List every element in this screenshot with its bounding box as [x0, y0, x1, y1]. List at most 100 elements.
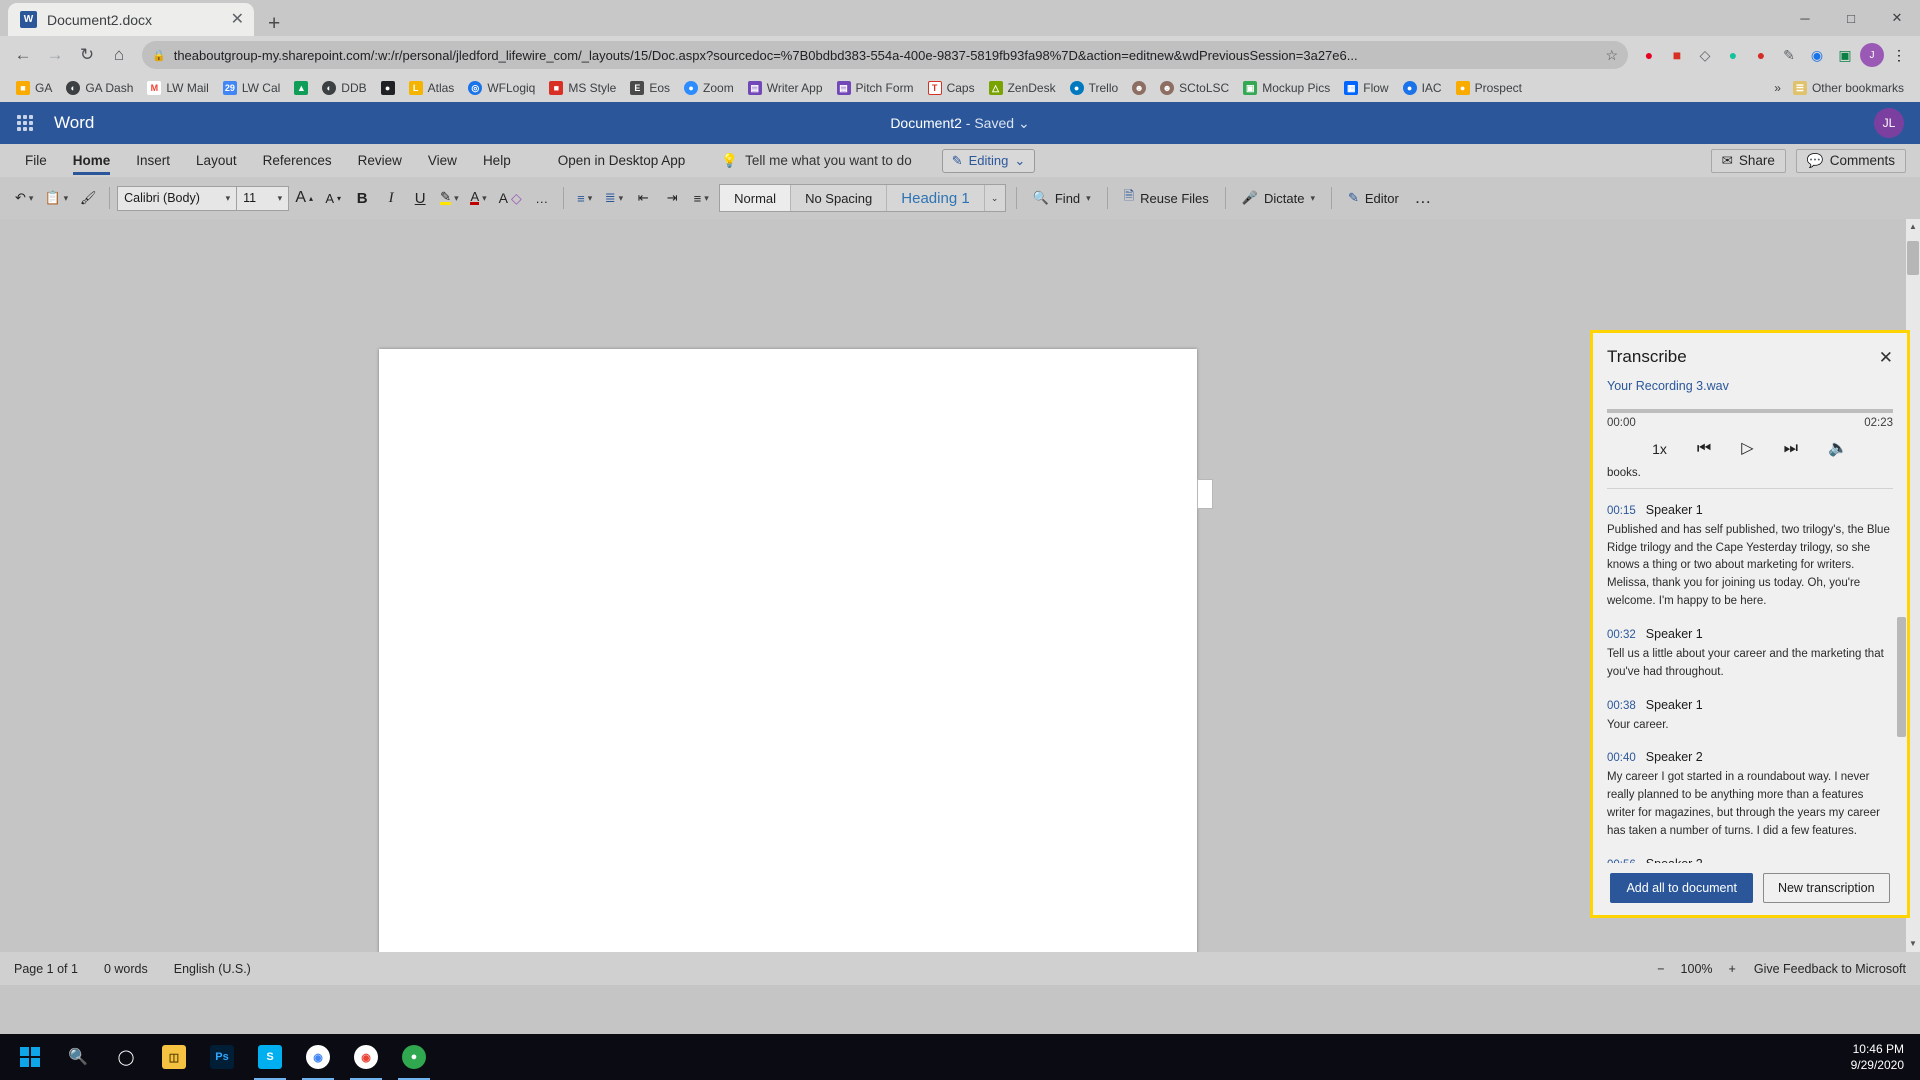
undo-icon[interactable]: ↶ ▾ [10, 183, 38, 213]
format-painter-icon[interactable]: 🖌 [74, 183, 102, 213]
windows-start-icon[interactable] [6, 1034, 54, 1080]
transcript-timestamp[interactable]: 00:40 [1607, 752, 1636, 764]
minimize-button[interactable]: ─ [1782, 0, 1828, 36]
app-launcher-icon[interactable] [14, 112, 36, 134]
transcript-speaker[interactable]: Speaker 1 [1646, 698, 1703, 712]
taskbar-photoshop[interactable]: Ps [198, 1034, 246, 1080]
increase-indent-icon[interactable]: ⇥ [658, 183, 686, 213]
bookmark-item[interactable]: ▤ Writer App [742, 79, 829, 97]
transcript-speaker[interactable]: Speaker 1 [1646, 503, 1703, 517]
bookmark-item[interactable]: T Caps [922, 79, 981, 97]
decrease-indent-icon[interactable]: ⇤ [629, 183, 657, 213]
bookmark-item[interactable]: ☻ [1126, 79, 1152, 97]
word-count[interactable]: 0 words [104, 962, 148, 976]
transcript-speaker[interactable]: Speaker 2 [1646, 750, 1703, 764]
bookmark-item[interactable]: ▣ Mockup Pics [1237, 79, 1336, 97]
transcript-scrollbar-thumb[interactable] [1897, 616, 1906, 737]
bookmark-item[interactable]: E Eos [624, 79, 676, 97]
font-color-button[interactable]: A ▾ [465, 183, 493, 213]
open-in-desktop-app-button[interactable]: Open in Desktop App [548, 147, 696, 174]
scroll-down-icon[interactable]: ▼ [1908, 938, 1918, 950]
transcript-entry[interactable]: 00:56 Speaker 2 But then landed a ghostw… [1607, 843, 1893, 863]
document-title[interactable]: Document2 [890, 115, 962, 131]
bookmark-item[interactable]: ☻ SCtoLSC [1154, 79, 1235, 97]
document-page[interactable] [379, 349, 1197, 952]
taskbar-chrome-app[interactable]: ◉ [294, 1034, 342, 1080]
address-bar[interactable]: 🔒 theaboutgroup-my.sharepoint.com/:w:/r/… [142, 41, 1628, 69]
comments-button[interactable]: 💬 Comments [1795, 148, 1906, 173]
bookmark-item[interactable]: ■ GA [10, 79, 58, 97]
play-icon[interactable]: ▷ [1741, 440, 1753, 457]
taskbar-clock[interactable]: 10:46 PM 9/29/2020 [1851, 1041, 1920, 1073]
word-brand-label[interactable]: Word [54, 113, 94, 133]
feedback-link[interactable]: Give Feedback to Microsoft [1754, 962, 1906, 976]
grow-font-button[interactable]: A ▴ [290, 183, 318, 213]
bookmark-item[interactable]: ▲ [288, 79, 314, 97]
transcript-timestamp[interactable]: 00:32 [1607, 629, 1636, 641]
tab-layout[interactable]: Layout [185, 147, 248, 175]
new-transcription-button[interactable]: New transcription [1762, 873, 1890, 903]
tab-close-icon[interactable]: ✕ [231, 11, 244, 28]
transcript-speaker[interactable]: Speaker 1 [1646, 627, 1703, 641]
taskbar-file-explorer[interactable]: ◫ [150, 1034, 198, 1080]
bold-button[interactable]: B [348, 183, 376, 213]
tab-review[interactable]: Review [347, 147, 413, 175]
font-more-button[interactable]: … [528, 183, 556, 213]
chrome-menu-icon[interactable]: ⋮ [1886, 42, 1912, 68]
tab-home[interactable]: Home [62, 147, 122, 175]
scroll-up-icon[interactable]: ▲ [1908, 221, 1918, 233]
taskbar-skype[interactable]: S [246, 1034, 294, 1080]
browser-tab[interactable]: W Document2.docx ✕ [8, 3, 254, 36]
style-no-spacing[interactable]: No Spacing [791, 185, 888, 211]
back-icon[interactable]: ← [8, 40, 38, 70]
reload-icon[interactable]: ↻ [72, 40, 102, 70]
align-icon[interactable]: ≡ ▾ [687, 183, 715, 213]
bookmark-item[interactable]: ◎ WFLogiq [462, 79, 541, 97]
taskbar-search-icon[interactable]: 🔍 [54, 1034, 102, 1080]
save-status-caret-icon[interactable]: ⌄ [1018, 115, 1030, 131]
reuse-files-button[interactable]: 🗎 Reuse Files [1115, 183, 1218, 213]
maximize-button[interactable]: □ [1828, 0, 1874, 36]
bookmark-item[interactable]: 29 LW Cal [217, 79, 286, 97]
tab-references[interactable]: References [252, 147, 343, 175]
user-avatar[interactable]: JL [1874, 108, 1904, 138]
extension-teal-icon[interactable]: ▣ [1832, 42, 1858, 68]
forward-icon[interactable]: → [40, 40, 70, 70]
tab-file[interactable]: File [14, 147, 58, 175]
pinterest-icon[interactable]: ● [1636, 42, 1662, 68]
transcript-entry[interactable]: 00:40 Speaker 2 My career I got started … [1607, 736, 1893, 842]
language-indicator[interactable]: English (U.S.) [174, 962, 251, 976]
adblock-icon[interactable]: ■ [1664, 42, 1690, 68]
close-window-button[interactable]: ✕ [1874, 0, 1920, 36]
page-count[interactable]: Page 1 of 1 [14, 962, 78, 976]
bookmark-item[interactable]: ● Zoom [678, 79, 740, 97]
volume-icon[interactable]: 🔈 [1828, 440, 1848, 457]
recording-file-link[interactable]: Your Recording 3.wav [1593, 373, 1907, 395]
transcript-entry[interactable]: 00:38 Speaker 1 Your career. [1607, 684, 1893, 737]
tell-me-search[interactable]: 💡 Tell me what you want to do [721, 153, 911, 169]
extension-puzzle-icon[interactable]: ◇ [1692, 42, 1718, 68]
tab-help[interactable]: Help [472, 147, 522, 175]
playback-progress-bar[interactable] [1607, 409, 1893, 413]
zoom-level[interactable]: 100% [1681, 962, 1713, 976]
transcript-speaker[interactable]: Speaker 2 [1646, 857, 1703, 863]
italic-button[interactable]: I [377, 183, 405, 213]
zoom-in-button[interactable]: + [1729, 962, 1736, 976]
bookmark-item[interactable]: ◐ DDB [316, 79, 372, 97]
bookmark-star-icon[interactable]: ☆ [1605, 47, 1618, 64]
paste-icon[interactable]: 📋 ▾ [39, 183, 73, 213]
bookmark-item[interactable]: ▤ Pitch Form [831, 79, 920, 97]
transcript-entry[interactable]: 00:15 Speaker 1 Published and has self p… [1607, 489, 1893, 613]
share-button[interactable]: ✉ Share [1710, 148, 1786, 173]
close-icon[interactable]: ✕ [1879, 349, 1893, 366]
bookmark-item[interactable]: ● [375, 79, 401, 97]
bookmark-item[interactable]: ■ MS Style [543, 79, 622, 97]
grammarly-icon[interactable]: ● [1720, 42, 1746, 68]
styles-more-icon[interactable]: ⌄ [985, 185, 1005, 211]
transcript-list[interactable]: books. 00:15 Speaker 1 Published and has… [1593, 466, 1907, 863]
transcript-entry[interactable]: 00:32 Speaker 1 Tell us a little about y… [1607, 613, 1893, 684]
font-size-select[interactable]: 11 ▾ [236, 186, 288, 210]
taskbar-app-green[interactable]: ● [390, 1034, 438, 1080]
style-heading-1[interactable]: Heading 1 [887, 185, 985, 211]
bookmark-item[interactable]: ● IAC [1397, 79, 1448, 97]
